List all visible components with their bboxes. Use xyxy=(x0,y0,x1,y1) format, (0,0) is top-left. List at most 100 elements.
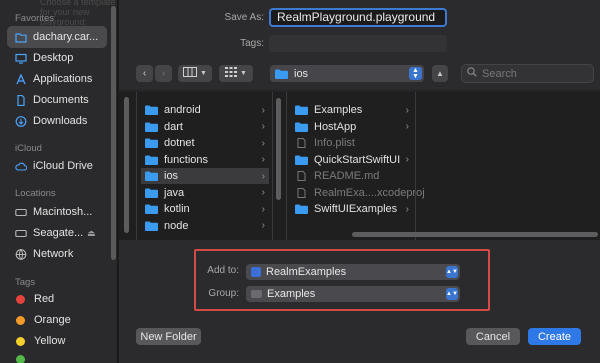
sidebar-item-label: Red xyxy=(34,293,55,305)
folder-label: kotlin xyxy=(164,203,190,215)
columns-view-icon xyxy=(183,67,198,80)
folder-icon xyxy=(295,122,308,132)
options-area: Add to: RealmExamples ▲▼ Group: Examples… xyxy=(119,240,600,363)
chevron-right-icon: › xyxy=(405,104,409,116)
folder-row[interactable]: functions › xyxy=(141,152,269,168)
folder-icon xyxy=(145,221,158,231)
file-row[interactable]: README.md xyxy=(295,168,413,184)
chevron-right-icon: › xyxy=(405,121,409,132)
group-popup[interactable]: Examples ▲▼ xyxy=(246,286,460,302)
sidebar-item-network[interactable]: Network xyxy=(7,243,107,265)
folder-row[interactable]: HostApp › xyxy=(295,119,413,135)
new-folder-button[interactable]: New Folder xyxy=(136,328,201,345)
group-folder-icon xyxy=(251,290,262,298)
horizontal-scrollbar[interactable] xyxy=(352,232,598,237)
sidebar-item-icloud-drive[interactable]: iCloud Drive xyxy=(7,155,107,177)
folder-row[interactable]: java › xyxy=(141,185,269,201)
chevron-right-icon: › xyxy=(261,104,265,116)
sidebar-item-label: Seagate... xyxy=(33,227,84,239)
location-label: ios xyxy=(294,67,309,80)
folder-row[interactable]: dotnet › xyxy=(141,135,269,151)
back-button[interactable]: ‹ xyxy=(136,65,153,82)
view-columns-button[interactable]: ▼ xyxy=(178,65,212,82)
group-label: Group: xyxy=(208,288,239,299)
search-field[interactable]: Search xyxy=(461,64,594,83)
folder-row[interactable]: Examples › xyxy=(295,102,413,118)
file-icon xyxy=(295,171,308,181)
eject-icon[interactable]: ⏏ xyxy=(87,228,96,239)
chevron-right-icon: › xyxy=(261,137,265,149)
save-as-field[interactable]: RealmPlayground.playground xyxy=(269,8,447,27)
external-drive-icon xyxy=(15,228,27,239)
folder-icon xyxy=(295,105,308,115)
add-to-label: Add to: xyxy=(207,265,239,276)
sidebar-item-seagate[interactable]: Seagate... ⏏ xyxy=(7,222,107,244)
chevron-right-icon: › xyxy=(261,220,265,231)
column-1-scrollbar[interactable] xyxy=(276,98,281,200)
cancel-button[interactable]: Cancel xyxy=(466,328,520,345)
column-browser: android › dart › dotnet › functions › ios › java › k… xyxy=(119,92,600,240)
sidebar-scrollbar[interactable] xyxy=(111,6,116,260)
sidebar-item-label: Macintosh... xyxy=(33,206,93,218)
tags-field[interactable] xyxy=(269,35,447,52)
red-tag-icon xyxy=(16,294,25,304)
chevron-right-icon: › xyxy=(261,203,265,215)
folder-row[interactable]: QuickStartSwiftUI › xyxy=(295,152,413,168)
sidebar-tag-next[interactable] xyxy=(7,352,107,363)
forward-button[interactable]: › xyxy=(155,65,172,82)
add-to-value: RealmExamples xyxy=(266,266,347,278)
sidebar-item-label: Orange xyxy=(34,314,71,326)
sidebar-item-applications[interactable]: Applications xyxy=(7,68,107,90)
create-button[interactable]: Create xyxy=(528,328,581,345)
save-as-label: Save As: xyxy=(224,12,264,23)
download-icon xyxy=(15,115,27,127)
home-folder-icon xyxy=(15,32,27,43)
sidebar-item-label: Documents xyxy=(33,94,89,106)
up-down-arrows-icon: ▲▼ xyxy=(409,67,422,80)
folder-row[interactable]: dart › xyxy=(141,119,269,135)
item-label: SwiftUIExamples xyxy=(314,203,398,215)
folder-row[interactable]: kotlin › xyxy=(141,201,269,217)
sidebar-tag-red[interactable]: Red xyxy=(7,288,107,310)
yellow-tag-icon xyxy=(16,336,25,346)
sidebar-item-home[interactable]: dachary.car... xyxy=(7,26,107,48)
tags-label: Tags: xyxy=(240,38,264,49)
folder-row[interactable]: ios › xyxy=(141,168,269,184)
chevron-down-icon: ▼ xyxy=(240,70,247,77)
collapse-button[interactable]: ▲ xyxy=(432,65,448,82)
sidebar-item-label: dachary.car... xyxy=(33,31,99,43)
column-separator xyxy=(136,92,137,240)
sidebar-item-downloads[interactable]: Downloads xyxy=(7,110,107,132)
folder-row[interactable]: SwiftUIExamples › xyxy=(295,201,413,217)
sidebar-item-documents[interactable]: Documents xyxy=(7,89,107,111)
up-down-arrows-icon: ▲▼ xyxy=(446,266,458,278)
column-0-scrollbar[interactable] xyxy=(124,97,129,233)
search-placeholder: Search xyxy=(482,67,517,80)
file-icon xyxy=(295,138,308,148)
sidebar: Choose a template for your new playgroun… xyxy=(0,0,118,363)
add-to-popup[interactable]: RealmExamples ▲▼ xyxy=(246,264,460,280)
grid-icon xyxy=(225,67,238,80)
orange-tag-icon xyxy=(16,315,25,325)
folder-icon xyxy=(145,155,158,165)
group-button[interactable]: ▼ xyxy=(219,65,253,82)
file-row[interactable]: RealmExa....xcodeproj xyxy=(295,185,425,201)
folder-icon xyxy=(295,204,308,214)
folder-label: ios xyxy=(164,170,179,182)
location-popup[interactable]: ios ▲ ▼ xyxy=(270,65,424,82)
folder-label: functions xyxy=(164,153,209,166)
folder-row[interactable]: node › xyxy=(141,218,269,234)
save-header: Save As: RealmPlayground.playground Tags… xyxy=(119,0,600,90)
file-icon xyxy=(295,187,308,198)
folder-row[interactable]: android › xyxy=(141,102,269,118)
folder-label: java xyxy=(164,186,185,199)
file-row[interactable]: Info.plist xyxy=(295,135,413,151)
folder-label: node xyxy=(164,219,189,232)
sidebar-tag-orange[interactable]: Orange xyxy=(7,309,107,331)
folder-icon xyxy=(145,171,158,181)
folder-icon xyxy=(145,122,158,132)
sidebar-tag-yellow[interactable]: Yellow xyxy=(7,330,107,352)
sidebar-item-desktop[interactable]: Desktop xyxy=(7,47,107,69)
save-dialog: Save As: RealmPlayground.playground Tags… xyxy=(119,0,600,363)
sidebar-item-macintosh-hd[interactable]: Macintosh... xyxy=(7,201,107,223)
